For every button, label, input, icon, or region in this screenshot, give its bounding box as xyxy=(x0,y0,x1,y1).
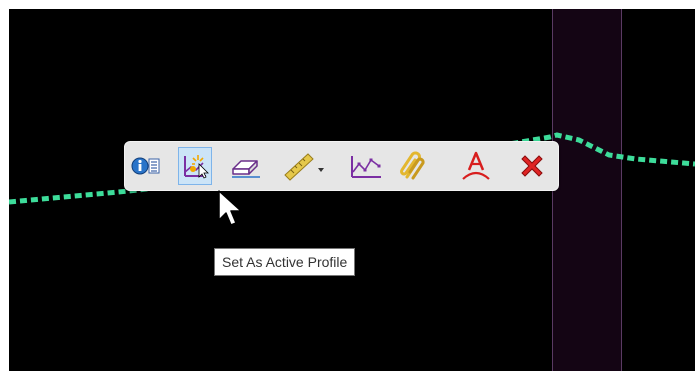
arrow-cursor-icon xyxy=(218,190,242,226)
paperclip-icon xyxy=(400,151,425,180)
mouse-cursor xyxy=(218,190,246,234)
properties-button[interactable] xyxy=(129,147,163,185)
profile-points-button[interactable] xyxy=(349,147,383,185)
set-active-profile-button[interactable] xyxy=(178,147,212,185)
profile-graph-icon xyxy=(351,156,381,178)
copy-link-button[interactable] xyxy=(395,147,429,185)
eraser-button[interactable] xyxy=(229,147,263,185)
ruler-icon xyxy=(284,153,324,181)
context-toolbar xyxy=(124,141,559,191)
red-x-icon xyxy=(521,155,543,177)
delete-button[interactable] xyxy=(515,147,549,185)
info-list-icon xyxy=(131,157,160,175)
chevron-down-icon xyxy=(318,168,324,172)
active-profile-icon xyxy=(184,155,209,179)
eraser-icon xyxy=(232,160,260,178)
tooltip: Set As Active Profile xyxy=(214,248,356,276)
text-arc-icon xyxy=(462,151,490,180)
measure-button[interactable] xyxy=(281,147,327,185)
text-label-button[interactable] xyxy=(459,147,493,185)
